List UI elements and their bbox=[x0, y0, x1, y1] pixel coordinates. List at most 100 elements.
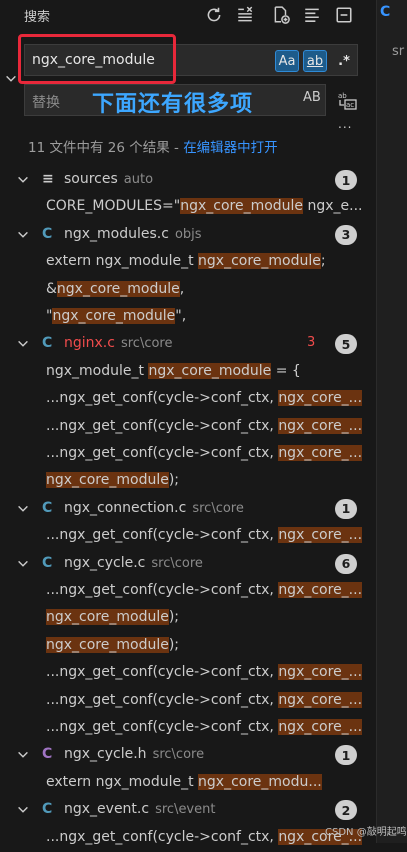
match-highlight: ngx_core_... bbox=[278, 582, 363, 598]
file-row[interactable]: Cngx_cycle.h src\core 1 bbox=[0, 742, 376, 769]
file-row[interactable]: Cngx_event.c src\event 2 bbox=[0, 797, 376, 824]
match-row[interactable]: ...ngx_get_conf(cycle->conf_ctx, ngx_cor… bbox=[0, 660, 376, 687]
file-row[interactable]: Cngx_modules.c objs 3 bbox=[0, 222, 376, 249]
replace-toggle-chevron-icon[interactable] bbox=[4, 72, 18, 86]
c-file-icon: C bbox=[42, 801, 53, 818]
watermark: CSDN @敲明起鸣 bbox=[325, 827, 407, 838]
replace-all-icon[interactable]: ab ac bbox=[337, 90, 357, 110]
match-row[interactable]: ...ngx_get_conf(cycle->conf_ctx, ngx_cor… bbox=[0, 825, 376, 852]
editor-text-fragment: sr bbox=[392, 44, 405, 59]
view-as-tree-icon[interactable] bbox=[302, 5, 322, 25]
match-case-button[interactable]: Aa bbox=[275, 50, 299, 72]
preserve-case-button[interactable]: AB bbox=[303, 90, 321, 105]
match-suffix: ", bbox=[175, 308, 187, 324]
match-line: extern ngx_module_t ngx_core_module; bbox=[46, 253, 374, 270]
match-line: ...ngx_get_conf(cycle->conf_ctx, ngx_cor… bbox=[46, 390, 374, 407]
results-summary: 11 文件中有 26 个结果 - 在编辑器中打开 bbox=[28, 136, 278, 156]
match-row[interactable]: ...ngx_get_conf(cycle->conf_ctx, ngx_cor… bbox=[0, 688, 376, 715]
new-search-editor-icon[interactable] bbox=[271, 5, 291, 25]
results-count-text: 11 文件中有 26 个结果 - bbox=[28, 140, 184, 156]
editor-tab-c-icon[interactable]: C bbox=[380, 4, 400, 26]
file-name-text: ngx_event.c bbox=[64, 801, 150, 818]
file-row[interactable]: Cnginx.c src\core 3 5 bbox=[0, 331, 376, 358]
match-row[interactable]: ngx_core_module); bbox=[0, 605, 376, 632]
match-line: ...ngx_get_conf(cycle->conf_ctx, ngx_cor… bbox=[46, 691, 374, 708]
match-row[interactable]: ...ngx_get_conf(cycle->conf_ctx, ngx_cor… bbox=[0, 414, 376, 441]
match-row[interactable]: ...ngx_get_conf(cycle->conf_ctx, ngx_cor… bbox=[0, 578, 376, 605]
file-name: ngx_connection.c src\core bbox=[64, 500, 244, 516]
match-prefix: ...ngx_get_conf(cycle->conf_ctx, bbox=[46, 664, 279, 681]
chevron-down-icon[interactable] bbox=[16, 557, 30, 571]
match-prefix: ...ngx_get_conf(cycle->conf_ctx, bbox=[46, 691, 279, 708]
match-line: ...ngx_get_conf(cycle->conf_ctx, ngx_cor… bbox=[46, 582, 374, 598]
match-row[interactable]: extern ngx_module_t ngx_core_modu... bbox=[0, 770, 376, 797]
match-suffix: ); bbox=[168, 472, 180, 489]
file-path: objs bbox=[174, 226, 202, 242]
file-name: nginx.c src\core bbox=[64, 335, 173, 351]
match-prefix: ...ngx_get_conf(cycle->conf_ctx, bbox=[46, 719, 279, 735]
file-path: src\core bbox=[152, 747, 205, 763]
panel-title: 搜索 bbox=[24, 10, 51, 25]
chevron-down-icon[interactable] bbox=[16, 337, 30, 351]
file-name: ngx_modules.c objs bbox=[64, 226, 202, 242]
annotation-text: 下面还有很多项 bbox=[92, 92, 254, 117]
text-file-icon: ≡ bbox=[42, 171, 54, 187]
match-highlight: ngx_core_... bbox=[278, 445, 363, 461]
match-count-badge: 1 bbox=[335, 498, 357, 519]
match-line: ngx_core_module); bbox=[46, 636, 374, 653]
file-row[interactable]: ≡ sources auto 1 bbox=[0, 167, 376, 194]
match-row[interactable]: "ngx_core_module", bbox=[0, 304, 376, 331]
match-row[interactable]: extern ngx_module_t ngx_core_module; bbox=[0, 249, 376, 276]
file-path: auto bbox=[123, 172, 154, 187]
match-highlight: ngx_core_module bbox=[46, 472, 169, 489]
match-suffix: ngx_e... bbox=[303, 198, 363, 215]
match-line: ngx_core_module); bbox=[46, 472, 374, 489]
match-row[interactable]: ngx_core_module); bbox=[0, 468, 376, 495]
file-name-text: ngx_connection.c bbox=[64, 499, 187, 516]
chevron-down-icon[interactable] bbox=[16, 803, 30, 817]
file-row[interactable]: Cngx_connection.c src\core 1 bbox=[0, 496, 376, 523]
file-name-text: ngx_cycle.h bbox=[64, 746, 147, 763]
chevron-down-icon[interactable] bbox=[16, 173, 30, 187]
clear-results-icon[interactable] bbox=[235, 5, 255, 25]
match-row[interactable]: ngx_core_module); bbox=[0, 633, 376, 660]
match-row[interactable]: ngx_module_t ngx_core_module = { bbox=[0, 359, 376, 386]
match-row[interactable]: CORE_MODULES="ngx_core_module ngx_e... bbox=[0, 194, 376, 221]
match-row[interactable]: ...ngx_get_conf(cycle->conf_ctx, ngx_cor… bbox=[0, 523, 376, 550]
use-regex-button[interactable]: .* bbox=[333, 50, 355, 72]
replace-placeholder[interactable]: 替换 bbox=[32, 92, 60, 112]
match-prefix: ...ngx_get_conf(cycle->conf_ctx, bbox=[46, 445, 279, 461]
match-row[interactable]: &ngx_core_module, bbox=[0, 277, 376, 304]
match-highlight: ngx_core_... bbox=[278, 390, 363, 407]
match-suffix: ); bbox=[168, 609, 180, 626]
match-prefix: ...ngx_get_conf(cycle->conf_ctx, bbox=[46, 828, 279, 845]
collapse-all-icon[interactable] bbox=[334, 5, 354, 25]
more-options-icon[interactable]: ... bbox=[338, 117, 352, 131]
chevron-down-icon[interactable] bbox=[16, 228, 30, 242]
match-line: ngx_core_module); bbox=[46, 609, 374, 626]
match-highlight: ngx_core_module bbox=[148, 362, 272, 379]
match-prefix: & bbox=[46, 280, 57, 297]
file-path: src\core bbox=[120, 336, 173, 352]
match-highlight: ngx_core_module bbox=[52, 308, 176, 324]
file-name: ngx_cycle.h src\core bbox=[64, 746, 204, 762]
file-row[interactable]: Cngx_cycle.c src\core 6 bbox=[0, 551, 376, 578]
chevron-down-icon[interactable] bbox=[16, 502, 30, 516]
match-highlight: ngx_core_... bbox=[278, 527, 363, 544]
match-prefix: ngx_module_t bbox=[46, 362, 149, 379]
refresh-icon[interactable] bbox=[204, 5, 224, 25]
match-count-badge: 3 bbox=[335, 224, 357, 245]
match-prefix: ...ngx_get_conf(cycle->conf_ctx, bbox=[46, 527, 279, 544]
chevron-down-icon[interactable] bbox=[16, 748, 30, 762]
match-row[interactable]: ...ngx_get_conf(cycle->conf_ctx, ngx_cor… bbox=[0, 441, 376, 468]
c-file-icon: C bbox=[42, 499, 53, 516]
match-prefix: ...ngx_get_conf(cycle->conf_ctx, bbox=[46, 582, 279, 598]
c-file-icon: C bbox=[42, 335, 53, 352]
match-highlight: ngx_core_module bbox=[198, 253, 321, 270]
match-count-badge: 1 bbox=[335, 170, 357, 190]
match-whole-word-button[interactable]: ab bbox=[303, 50, 327, 72]
match-suffix: = { bbox=[271, 362, 301, 379]
open-in-editor-link[interactable]: 在编辑器中打开 bbox=[183, 140, 278, 156]
match-row[interactable]: ...ngx_get_conf(cycle->conf_ctx, ngx_cor… bbox=[0, 386, 376, 413]
match-row[interactable]: ...ngx_get_conf(cycle->conf_ctx, ngx_cor… bbox=[0, 715, 376, 742]
